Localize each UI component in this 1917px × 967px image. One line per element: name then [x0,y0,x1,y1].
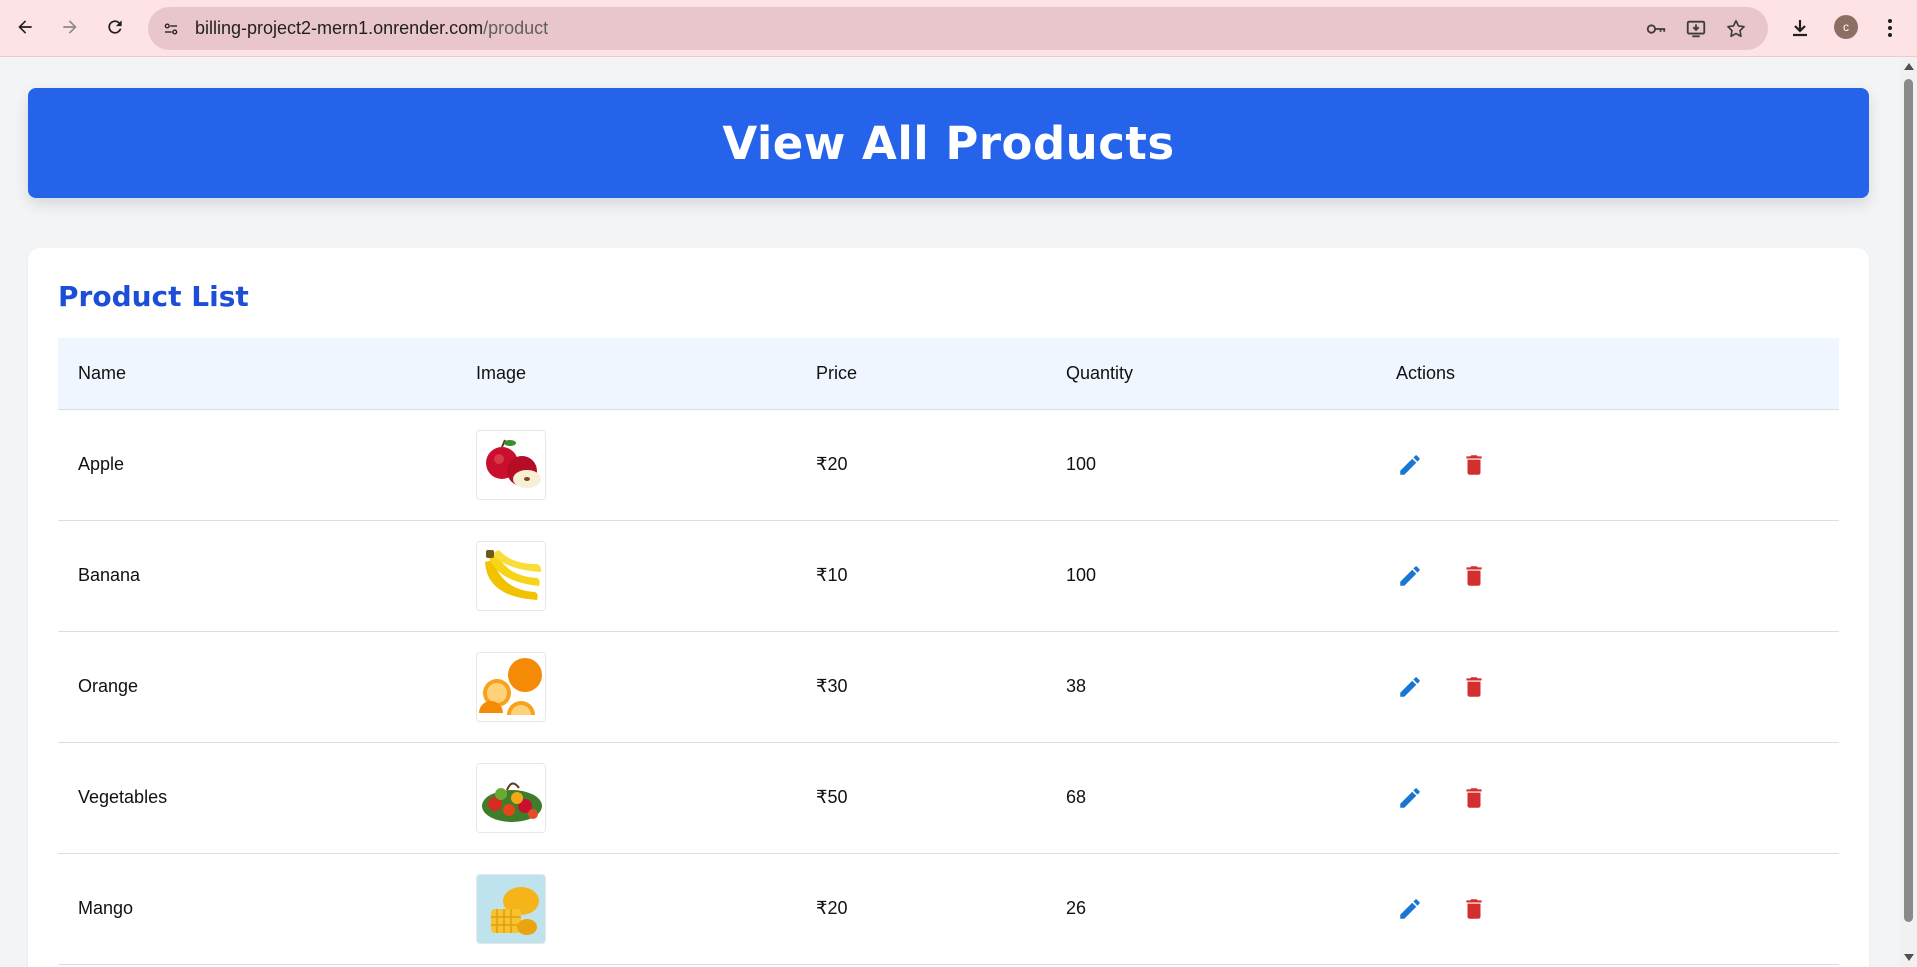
column-header-price: Price [796,338,1046,410]
downloads-icon[interactable] [1786,14,1814,42]
product-quantity: 100 [1066,565,1097,585]
edit-button[interactable] [1390,667,1430,707]
product-table: Name Image Price Quantity Actions Apple … [58,338,1839,965]
product-price: ₹30 [816,676,848,696]
forward-arrow-icon [63,20,77,34]
table-row: Mango ₹20 26 [58,853,1839,964]
scroll-down-arrow-icon[interactable] [1904,954,1914,961]
trash-icon [1466,787,1482,808]
url-path: /product [483,18,549,38]
menu-kebab-icon[interactable] [1876,14,1904,42]
product-price: ₹20 [816,898,848,918]
trash-icon [1466,565,1482,586]
url-host: billing-project2-mern1.onrender.com [195,18,484,38]
edit-button[interactable] [1390,889,1430,929]
trash-icon [1466,676,1482,697]
product-quantity: 100 [1066,454,1097,474]
site-settings-icon[interactable] [158,16,184,42]
product-quantity: 68 [1066,787,1087,807]
url-text: billing-project2-mern1.onrender.com/prod… [195,18,548,39]
delete-button[interactable] [1454,889,1494,929]
pencil-icon [1400,787,1420,808]
product-list-title: Product List [58,280,249,313]
product-name: Vegetables [78,787,168,807]
scroll-thumb[interactable] [1904,79,1913,922]
product-list-card: Product List Name Image Price Quantity A… [28,248,1869,967]
column-header-actions: Actions [1376,338,1839,410]
back-arrow-icon [18,20,32,34]
edit-button[interactable] [1390,445,1430,485]
back-button[interactable] [10,12,40,42]
edit-button[interactable] [1390,778,1430,818]
table-row: Vegetables ₹50 68 [58,742,1839,853]
delete-button[interactable] [1454,667,1494,707]
product-price: ₹20 [816,454,848,474]
delete-button[interactable] [1454,778,1494,818]
delete-button[interactable] [1454,445,1494,485]
password-key-icon[interactable] [1644,17,1668,41]
page-title: View All Products [722,116,1175,170]
column-header-image: Image [456,338,796,410]
product-name: Mango [78,898,134,918]
pencil-icon [1400,565,1420,586]
product-name: Orange [78,676,139,696]
product-price: ₹10 [816,565,848,585]
page-scrollbar[interactable] [1900,57,1917,967]
banana-image [476,540,546,611]
product-name: Banana [78,565,141,585]
address-bar[interactable]: billing-project2-mern1.onrender.com/prod… [148,7,1768,50]
scroll-up-arrow-icon[interactable] [1904,63,1914,70]
pencil-icon [1400,898,1420,919]
profile-avatar[interactable]: c [1834,15,1858,39]
table-row: Apple ₹20 100 [58,409,1839,520]
orange-image [476,651,546,722]
edit-button[interactable] [1390,556,1430,596]
column-header-name: Name [58,338,456,410]
table-row: Orange ₹30 38 [58,631,1839,742]
install-app-icon[interactable] [1684,17,1708,41]
trash-icon [1466,454,1482,475]
apple-image [476,429,546,500]
product-quantity: 26 [1066,898,1087,918]
column-header-quantity: Quantity [1046,338,1376,410]
forward-button[interactable] [55,12,85,42]
bookmark-star-icon[interactable] [1724,17,1748,41]
vegetables-image [476,762,546,833]
pencil-icon [1400,676,1420,697]
reload-icon [108,20,122,34]
table-header-row: Name Image Price Quantity Actions [58,338,1839,410]
page-header-banner: View All Products [28,88,1869,198]
trash-icon [1466,898,1482,919]
product-price: ₹50 [816,787,848,807]
product-quantity: 38 [1066,676,1087,696]
pencil-icon [1400,454,1420,475]
delete-button[interactable] [1454,556,1494,596]
browser-toolbar: billing-project2-mern1.onrender.com/prod… [0,0,1917,57]
product-name: Apple [78,454,125,474]
reload-button[interactable] [100,12,130,42]
table-row: Banana ₹10 100 [58,520,1839,631]
mango-image [476,873,546,944]
